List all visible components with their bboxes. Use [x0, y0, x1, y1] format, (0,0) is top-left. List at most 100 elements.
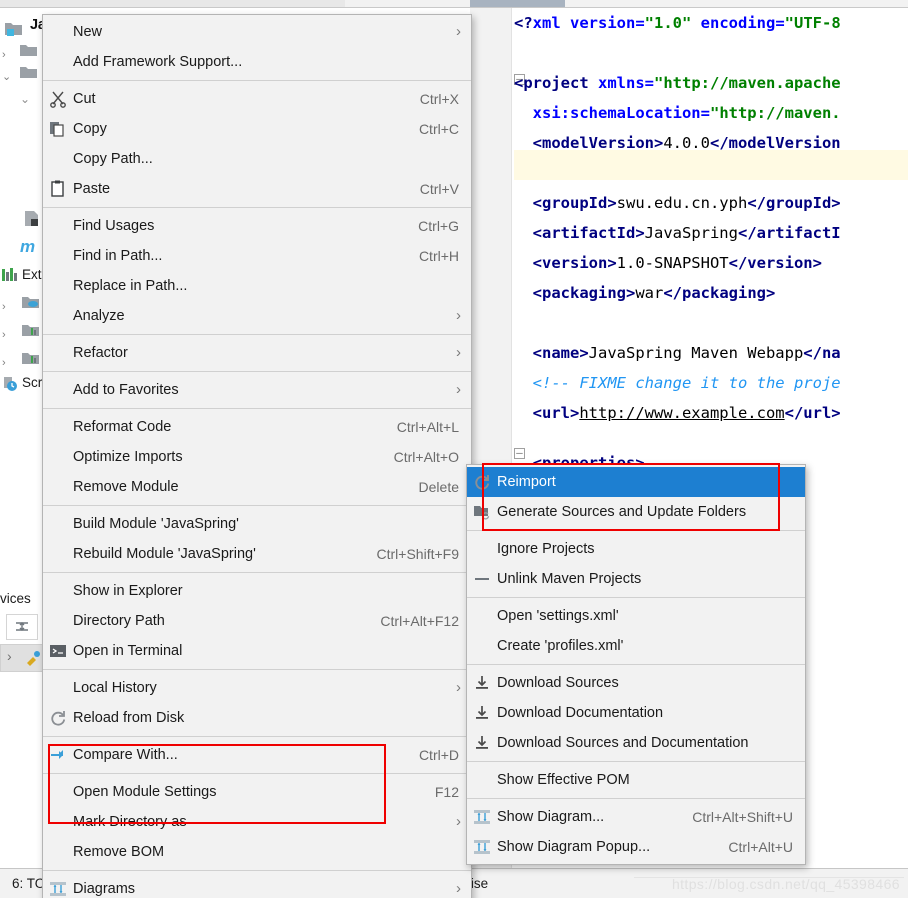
- menu-item-shortcut: Ctrl+V: [419, 181, 459, 197]
- code-line: <version>1.0-SNAPSHOT</version>: [514, 254, 822, 272]
- menu-item-rebuild-module-javaspring[interactable]: Rebuild Module 'JavaSpring' Ctrl+Shift+F9: [43, 539, 471, 569]
- menu-item-remove-module[interactable]: Remove Module Delete: [43, 472, 471, 502]
- expand-collapse-button[interactable]: [6, 614, 38, 640]
- terminal-icon: [49, 642, 67, 660]
- menu-item-label: Open 'settings.xml': [497, 608, 619, 624]
- resource-folder-icon: [22, 351, 39, 366]
- menu-item-shortcut: Ctrl+Alt+Shift+U: [692, 809, 793, 825]
- menu-item-replace-in-path[interactable]: Replace in Path...: [43, 271, 471, 301]
- project-context-menu[interactable]: New › Add Framework Support... Cut Ctrl+X Cop…: [42, 14, 472, 898]
- menu-item-label: Find in Path...: [73, 248, 163, 264]
- menu-item-shortcut: Ctrl+G: [418, 218, 459, 234]
- resource-folder-icon: [22, 323, 39, 338]
- tree-row[interactable]: ⌄: [0, 84, 46, 106]
- menu-item-shortcut: Ctrl+Alt+F12: [380, 613, 459, 629]
- menu-item-cut[interactable]: Cut Ctrl+X: [43, 84, 471, 114]
- menu-item-remove-bom[interactable]: Remove BOM: [43, 837, 471, 867]
- reimport-icon: [473, 473, 491, 491]
- maven-submenu[interactable]: Reimport Generate Sources and Update Fold…: [466, 464, 806, 865]
- code-line: <project xmlns="http://maven.apache: [514, 74, 841, 92]
- menu-item-refactor[interactable]: Refactor ›: [43, 338, 471, 368]
- menu-item-reformat-code[interactable]: Reformat Code Ctrl+Alt+L: [43, 412, 471, 442]
- maven-item-show-diagram-popup[interactable]: Show Diagram Popup... Ctrl+Alt+U: [467, 832, 805, 862]
- menu-separator: [467, 798, 805, 799]
- menu-item-find-in-path[interactable]: Find in Path... Ctrl+H: [43, 241, 471, 271]
- menu-item-compare-with[interactable]: Compare With... Ctrl+D: [43, 740, 471, 770]
- code-line: <!-- FIXME change it to the proje: [514, 374, 841, 392]
- menu-separator: [43, 669, 471, 670]
- menu-item-label: Create 'profiles.xml': [497, 638, 624, 654]
- maven-item-ignore-projects[interactable]: Ignore Projects: [467, 534, 805, 564]
- menu-item-reload-from-disk[interactable]: Reload from Disk: [43, 703, 471, 733]
- cut-icon: [49, 90, 67, 108]
- menu-separator: [43, 371, 471, 372]
- menu-item-open-in-terminal[interactable]: Open in Terminal: [43, 636, 471, 666]
- menu-item-local-history[interactable]: Local History ›: [43, 673, 471, 703]
- code-line: <artifactId>JavaSpring</artifactI: [514, 224, 841, 242]
- menu-item-directory-path[interactable]: Directory Path Ctrl+Alt+F12: [43, 606, 471, 636]
- chevron-right-icon: ›: [456, 679, 461, 696]
- tree-label: Ext: [22, 267, 42, 282]
- menu-item-copy[interactable]: Copy Ctrl+C: [43, 114, 471, 144]
- menu-item-label: Optimize Imports: [73, 449, 183, 465]
- maven-item-unlink-maven-projects[interactable]: Unlink Maven Projects: [467, 564, 805, 594]
- menu-separator: [43, 80, 471, 81]
- tree-row[interactable]: ›: [0, 40, 46, 62]
- maven-item-show-effective-pom[interactable]: Show Effective POM: [467, 765, 805, 795]
- menu-item-copy-path[interactable]: Copy Path...: [43, 144, 471, 174]
- menu-separator: [43, 207, 471, 208]
- services-label: vices: [0, 591, 31, 606]
- menu-item-label: Copy Path...: [73, 151, 153, 167]
- tree-row-maven[interactable]: m: [20, 236, 35, 258]
- menu-item-analyze[interactable]: Analyze ›: [43, 301, 471, 331]
- maven-item-create-profiles-xml[interactable]: Create 'profiles.xml': [467, 631, 805, 661]
- menu-item-label: Mark Directory as: [73, 814, 187, 830]
- maven-item-download-documentation[interactable]: Download Documentation: [467, 698, 805, 728]
- menu-item-label: Open Module Settings: [73, 784, 217, 800]
- code-line: xsi:schemaLocation="http://maven.: [532, 104, 841, 122]
- menu-item-shortcut: Ctrl+Alt+L: [396, 419, 459, 435]
- menu-item-label: Ignore Projects: [497, 541, 595, 557]
- menu-item-show-in-explorer[interactable]: Show in Explorer: [43, 576, 471, 606]
- menu-item-add-to-favorites[interactable]: Add to Favorites ›: [43, 375, 471, 405]
- menu-item-label: Generate Sources and Update Folders: [497, 504, 747, 520]
- ide-window: JavaSpring E:\practice_for_ccm\java_spri…: [0, 0, 908, 898]
- maven-item-generate-sources-and-update-folders[interactable]: Generate Sources and Update Folders: [467, 497, 805, 527]
- menu-item-paste[interactable]: Paste Ctrl+V: [43, 174, 471, 204]
- tree-label: Scr: [22, 375, 43, 390]
- menu-separator: [467, 761, 805, 762]
- menu-item-open-module-settings[interactable]: Open Module Settings F12: [43, 777, 471, 807]
- menu-separator: [467, 530, 805, 531]
- run-config-icon: [25, 650, 41, 666]
- watermark: https://blog.csdn.net/qq_45398466: [671, 876, 900, 892]
- menu-item-shortcut: Delete: [418, 479, 459, 495]
- diagram-icon: [49, 880, 67, 898]
- menu-item-build-module-javaspring[interactable]: Build Module 'JavaSpring': [43, 509, 471, 539]
- menu-item-mark-directory-as[interactable]: Mark Directory as ›: [43, 807, 471, 837]
- menu-item-label: Show Effective POM: [497, 772, 630, 788]
- chevron-right-icon: ›: [456, 344, 461, 361]
- tree-row-pom[interactable]: [0, 208, 46, 230]
- menu-item-optimize-imports[interactable]: Optimize Imports Ctrl+Alt+O: [43, 442, 471, 472]
- maven-item-reimport[interactable]: Reimport: [467, 467, 805, 497]
- code-line: <url>http://www.example.com</url>: [514, 404, 841, 422]
- maven-item-download-sources-and-documentation[interactable]: Download Sources and Documentation: [467, 728, 805, 758]
- menu-item-shortcut: F12: [434, 784, 459, 800]
- maven-item-open-settings-xml[interactable]: Open 'settings.xml': [467, 601, 805, 631]
- menu-item-diagrams[interactable]: Diagrams ›: [43, 874, 471, 898]
- menu-item-label: Analyze: [73, 308, 125, 324]
- download-icon: [473, 734, 491, 752]
- menu-item-shortcut: Ctrl+Alt+O: [393, 449, 459, 465]
- menu-item-shortcut: Ctrl+Shift+F9: [376, 546, 459, 562]
- chevron-right-icon: ›: [2, 49, 6, 61]
- menu-item-add-framework-support[interactable]: Add Framework Support...: [43, 47, 471, 77]
- maven-item-download-sources[interactable]: Download Sources: [467, 668, 805, 698]
- maven-item-show-diagram[interactable]: Show Diagram... Ctrl+Alt+Shift+U: [467, 802, 805, 832]
- services-tree-row[interactable]: ›: [0, 644, 44, 672]
- maven-icon: m: [20, 237, 36, 256]
- paste-icon: [49, 180, 67, 198]
- menu-item-find-usages[interactable]: Find Usages Ctrl+G: [43, 211, 471, 241]
- menu-item-new[interactable]: New ›: [43, 17, 471, 47]
- code-line: <?xml version="1.0" encoding="UTF-8: [514, 14, 841, 32]
- tree-row[interactable]: ⌄: [0, 62, 46, 84]
